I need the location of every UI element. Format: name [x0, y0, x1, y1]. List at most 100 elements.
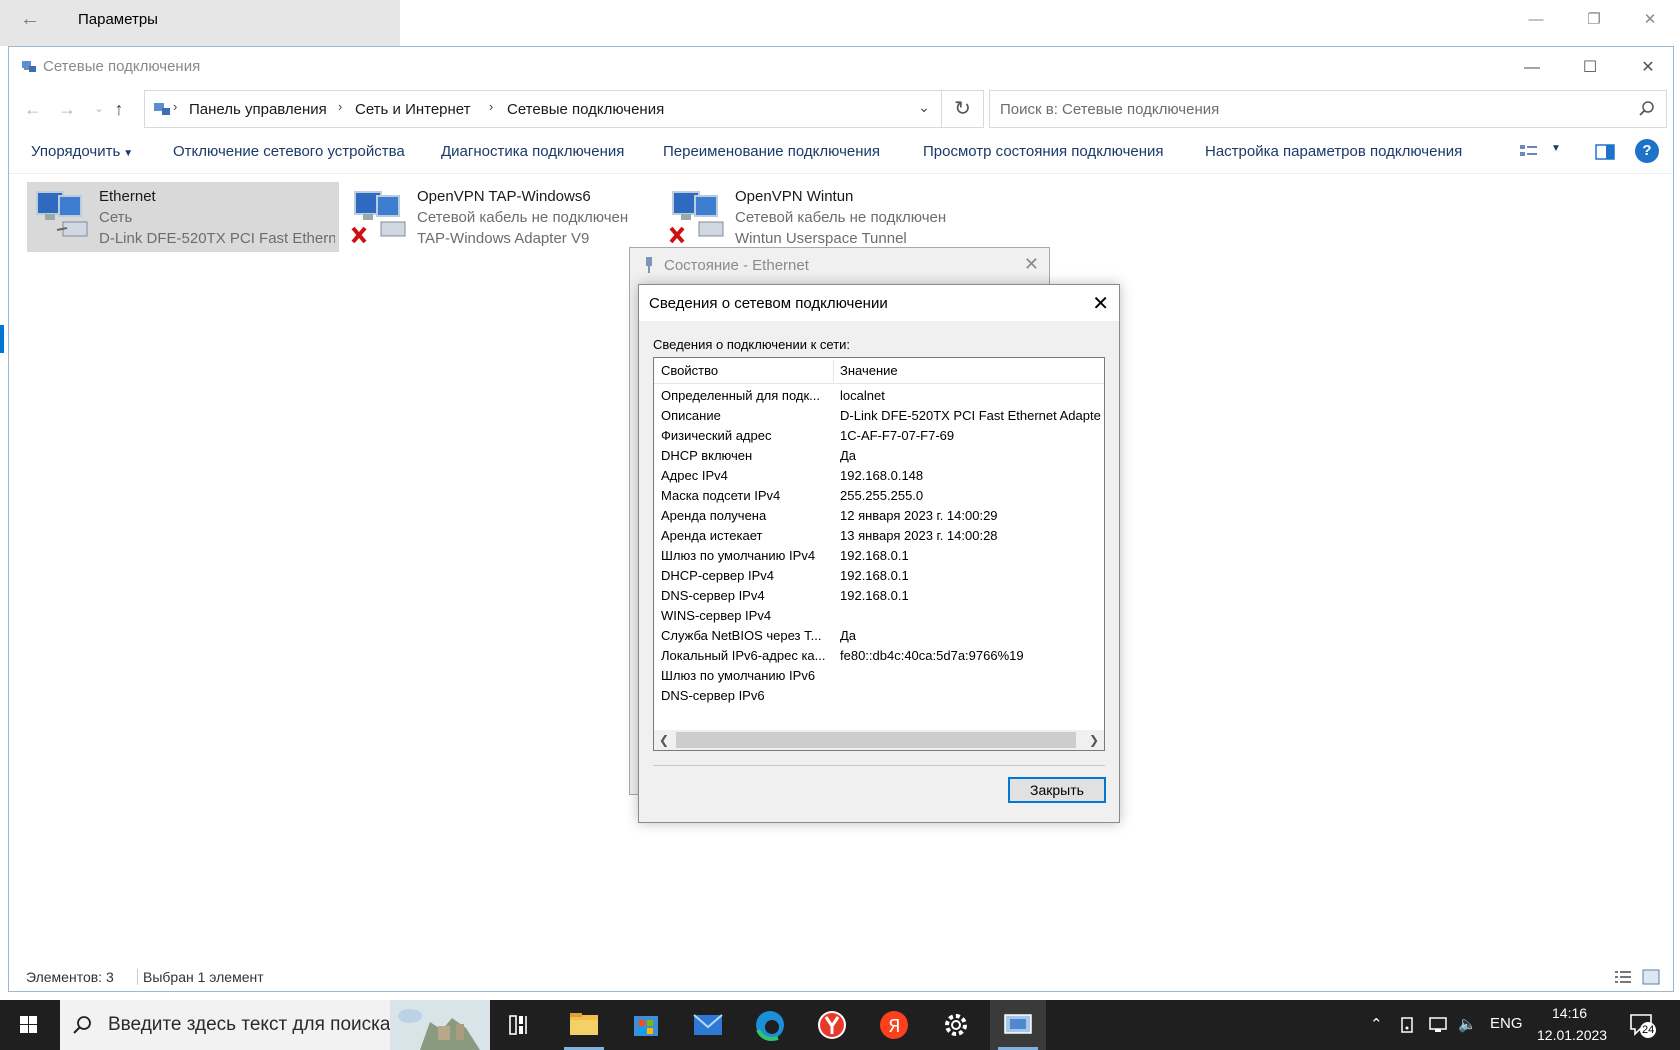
close-icon[interactable]: ✕ [1625, 53, 1671, 83]
search-input[interactable] [990, 91, 1620, 127]
organize-button[interactable]: Упорядочить ▼ [31, 143, 133, 160]
table-row[interactable]: DHCP включен Да [654, 446, 1104, 466]
column-header-property[interactable]: Свойство [661, 363, 718, 378]
selection-count: Выбран 1 элемент [143, 969, 264, 985]
value-cell: 192.168.0.1 [840, 588, 909, 603]
notification-badge: 24 [1640, 1022, 1657, 1038]
table-row[interactable]: Шлюз по умолчанию IPv6 [654, 666, 1104, 686]
property-cell: DNS-сервер IPv6 [661, 688, 765, 703]
yandex-browser-icon[interactable] [804, 1000, 860, 1050]
settings-gear-icon[interactable] [928, 1000, 984, 1050]
large-icons-view-icon[interactable] [1641, 968, 1661, 986]
file-explorer-app[interactable] [556, 1000, 612, 1050]
connection-item-openvpn-tap[interactable]: OpenVPN TAP-Windows6 Сетевой кабель не п… [345, 182, 645, 252]
breadcrumb-chevron-icon[interactable]: › [489, 99, 493, 114]
settings-minimize-icon[interactable]: — [1526, 10, 1546, 30]
table-row[interactable]: Маска подсети IPv4 255.255.255.0 [654, 486, 1104, 506]
rename-button[interactable]: Переименование подключения [663, 143, 880, 160]
property-cell: Аренда истекает [661, 528, 763, 543]
language-indicator[interactable]: ENG [1490, 1015, 1523, 1032]
property-cell: DHCP включен [661, 448, 753, 463]
settings-restore-icon[interactable]: ❐ [1584, 10, 1604, 30]
view-status-button[interactable]: Просмотр состояния подключения [923, 143, 1164, 160]
address-bar[interactable]: › Панель управления › Сеть и Интернет › … [144, 90, 942, 128]
connection-settings-button[interactable]: Настройка параметров подключения [1205, 143, 1462, 160]
column-divider[interactable] [833, 360, 834, 382]
connection-name: Ethernet [99, 188, 156, 205]
mail-icon[interactable] [680, 1000, 736, 1050]
windows-start-icon[interactable] [0, 1000, 56, 1050]
breadcrumb-network-connections[interactable]: Сетевые подключения [507, 101, 664, 118]
table-row[interactable]: Аренда получена 12 января 2023 г. 14:00:2… [654, 506, 1104, 526]
scroll-left-icon[interactable]: ❮ [656, 732, 672, 748]
status-dialog-close-icon[interactable]: ✕ [1024, 254, 1039, 275]
taskbar-search-input[interactable] [108, 1000, 438, 1050]
value-cell: localnet [840, 388, 885, 403]
breadcrumb-chevron-icon[interactable]: › [173, 99, 177, 114]
network-connections-app[interactable] [990, 1000, 1046, 1050]
notification-center[interactable]: 24 [1628, 1012, 1657, 1038]
forward-icon[interactable]: → [57, 99, 77, 119]
connection-item-openvpn-wintun[interactable]: OpenVPN Wintun Сетевой кабель не подключ… [663, 182, 963, 252]
maximize-icon[interactable]: ☐ [1567, 53, 1613, 83]
edge-browser-icon[interactable] [742, 1000, 798, 1050]
help-icon[interactable]: ? [1635, 139, 1659, 163]
property-cell: Адрес IPv4 [661, 468, 728, 483]
search-icon[interactable] [1638, 100, 1656, 118]
preview-pane-icon[interactable] [1593, 141, 1617, 163]
connection-device: Wintun Userspace Tunnel [735, 230, 907, 247]
back-icon[interactable]: ← [23, 99, 43, 119]
breadcrumb-control-panel[interactable]: Панель управления [189, 101, 327, 118]
disable-device-button[interactable]: Отключение сетевого устройства [173, 143, 405, 160]
property-cell: Локальный IPv6-адрес ка... [661, 648, 826, 663]
back-arrow-icon[interactable]: ← [20, 8, 42, 30]
item-count: Элементов: 3 [26, 969, 114, 985]
network-folder-icon [22, 61, 36, 72]
details-view-icon[interactable] [1613, 968, 1633, 986]
view-dropdown-icon[interactable]: ▼ [1551, 143, 1561, 154]
change-view-icon[interactable] [1517, 141, 1541, 163]
table-row[interactable]: Описание D-Link DFE-520TX PCI Fast Ethern… [654, 406, 1104, 426]
network-tray-icon[interactable] [1428, 1015, 1450, 1035]
scroll-thumb[interactable] [676, 732, 1076, 748]
up-icon[interactable]: ↑ [109, 99, 129, 119]
horizontal-scrollbar[interactable]: ❮ ❯ [654, 730, 1104, 750]
scroll-right-icon[interactable]: ❯ [1086, 732, 1102, 748]
clock-time[interactable]: 14:16 [1552, 1005, 1587, 1021]
device-icon[interactable] [1398, 1015, 1418, 1035]
column-header-value[interactable]: Значение [840, 363, 898, 378]
volume-icon[interactable]: 🔈 [1458, 1015, 1477, 1033]
table-row[interactable]: DNS-сервер IPv4 192.168.0.1 [654, 586, 1104, 606]
details-dialog-title: Сведения о сетевом подключении [649, 295, 888, 312]
store-icon[interactable] [618, 1000, 674, 1050]
breadcrumb-chevron-icon[interactable]: › [338, 99, 342, 114]
details-listview[interactable]: Свойство Значение Определенный для подк.… [653, 357, 1105, 751]
address-dropdown-icon[interactable]: ⌄ [915, 99, 933, 116]
table-row[interactable]: Локальный IPv6-адрес ка... fe80::db4c:40c… [654, 646, 1104, 666]
show-hidden-icons-icon[interactable]: ⌃ [1370, 1015, 1383, 1033]
connection-item-ethernet[interactable]: Ethernet Сеть D-Link DFE-520TX PCI Fast … [27, 182, 339, 252]
recent-chevron-icon[interactable]: ⌄ [89, 99, 109, 119]
minimize-icon[interactable]: — [1509, 53, 1555, 83]
status-bar: Элементов: 3 Выбран 1 элемент [9, 963, 1673, 991]
breadcrumb-network-internet[interactable]: Сеть и Интернет [355, 101, 471, 118]
value-cell: 12 января 2023 г. 14:00:29 [840, 508, 998, 523]
details-close-icon[interactable]: ✕ [1092, 291, 1109, 316]
close-button[interactable]: Закрыть [1008, 777, 1106, 803]
diagnose-button[interactable]: Диагностика подключения [441, 143, 624, 160]
table-row[interactable]: DHCP-сервер IPv4 192.168.0.1 [654, 566, 1104, 586]
yandex-icon[interactable]: Я [866, 1000, 922, 1050]
settings-titlebar [0, 0, 400, 46]
table-row[interactable]: Определенный для подк... localnet [654, 386, 1104, 406]
table-row[interactable]: Служба NetBIOS через Т... Да [654, 626, 1104, 646]
table-row[interactable]: DNS-сервер IPv6 [654, 686, 1104, 706]
settings-close-icon[interactable]: ✕ [1640, 10, 1660, 30]
task-view-icon[interactable] [492, 1000, 548, 1050]
refresh-icon[interactable]: ↻ [942, 90, 984, 128]
table-row[interactable]: Адрес IPv4 192.168.0.148 [654, 466, 1104, 486]
table-row[interactable]: WINS-сервер IPv4 [654, 606, 1104, 626]
table-row[interactable]: Физический адрес 1C-AF-F7-07-F7-69 [654, 426, 1104, 446]
table-row[interactable]: Шлюз по умолчанию IPv4 192.168.0.1 [654, 546, 1104, 566]
table-row[interactable]: Аренда истекает 13 января 2023 г. 14:00:2… [654, 526, 1104, 546]
clock-date[interactable]: 12.01.2023 [1537, 1027, 1607, 1043]
